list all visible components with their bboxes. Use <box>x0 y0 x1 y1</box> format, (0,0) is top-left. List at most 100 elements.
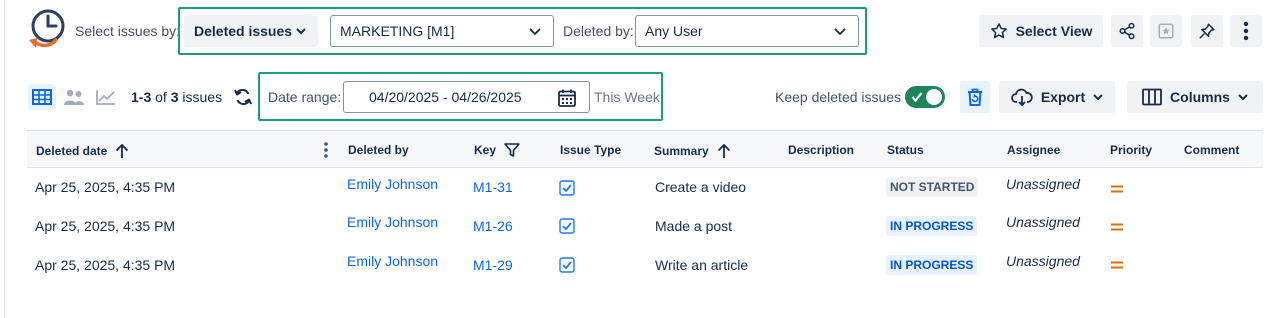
sort-ascending-icon[interactable] <box>115 143 129 159</box>
table-row[interactable]: Apr 25, 2025, 4:35 PM Emily Johnson M1-2… <box>27 245 1263 283</box>
date-preset-label[interactable]: This Week <box>594 89 660 105</box>
select-view-label: Select View <box>1015 23 1093 39</box>
count-total: 3 <box>170 89 179 105</box>
deleted-by-link[interactable]: Emily Johnson <box>347 214 438 230</box>
count-of: of <box>155 89 167 105</box>
column-header-deleted-date[interactable]: Deleted date <box>36 143 129 159</box>
summary-cell: Made a post <box>655 218 733 234</box>
assignee-cell: Unassigned <box>1006 214 1080 230</box>
status-badge: NOT STARTED <box>886 177 979 197</box>
medium-priority-icon <box>1111 261 1123 269</box>
status-badge: IN PROGRESS <box>886 216 978 236</box>
column-header-key[interactable]: Key <box>474 143 520 157</box>
medium-priority-icon <box>1111 223 1123 231</box>
date-range-value: 04/20/2025 - 04/26/2025 <box>369 89 522 105</box>
columns-label: Columns <box>1170 89 1230 105</box>
column-header-priority[interactable]: Priority <box>1110 143 1152 157</box>
export-label: Export <box>1040 89 1086 105</box>
assignee-cell: Unassigned <box>1006 176 1080 192</box>
chevron-down-icon <box>1093 93 1103 100</box>
filter-icon[interactable] <box>504 143 520 157</box>
chevron-down-icon <box>529 28 541 36</box>
date-range-label: Date range: <box>268 89 342 105</box>
select-view-button[interactable]: Select View <box>979 15 1103 47</box>
deleted-by-value: Any User <box>645 23 703 39</box>
deleted-date-cell: Apr 25, 2025, 4:35 PM <box>35 257 176 273</box>
status-label: IN PROGRESS <box>886 255 978 275</box>
issue-key-link[interactable]: M1-31 <box>473 179 513 195</box>
date-range-input[interactable]: 04/20/2025 - 04/26/2025 <box>343 81 590 113</box>
task-icon <box>559 180 575 196</box>
column-header-comment[interactable]: Comment <box>1184 143 1239 157</box>
column-header-label: Deleted date <box>36 144 108 158</box>
column-header-description[interactable]: Description <box>788 143 854 157</box>
pin-icon <box>1199 23 1215 39</box>
deleted-by-link[interactable]: Emily Johnson <box>347 253 438 269</box>
issue-count: 1-3 of 3 issues <box>131 89 222 105</box>
summary-cell: Create a video <box>655 179 747 195</box>
deleted-by-link[interactable]: Emily Johnson <box>347 176 438 192</box>
chart-view-toggle[interactable] <box>92 84 120 110</box>
line-chart-icon <box>96 90 115 105</box>
columns-icon <box>1142 88 1162 106</box>
issues-type-dropdown[interactable]: Deleted issues <box>184 15 318 47</box>
table-row[interactable]: Apr 25, 2025, 4:35 PM Emily Johnson M1-2… <box>27 206 1263 244</box>
count-suffix: issues <box>182 89 223 105</box>
top-toolbar: Select issues by: Deleted issues MARKETI… <box>0 0 1284 64</box>
column-header-summary[interactable]: Summary <box>654 143 731 159</box>
sort-ascending-icon[interactable] <box>717 143 731 159</box>
keep-deleted-toggle[interactable] <box>905 86 945 108</box>
cloud-download-icon <box>1010 88 1033 106</box>
column-header-label: Description <box>788 143 855 157</box>
chevron-down-icon <box>1238 93 1248 100</box>
select-issues-by-label: Select issues by: <box>75 23 181 39</box>
columns-button[interactable]: Columns <box>1127 81 1263 113</box>
summary-cell: Write an article <box>655 257 749 273</box>
issues-type-value: Deleted issues <box>194 23 293 39</box>
restore-trash-button[interactable] <box>960 81 990 113</box>
column-header-label: Assignee <box>1007 143 1061 157</box>
favorite-button[interactable] <box>1150 15 1182 47</box>
table-row[interactable]: Apr 25, 2025, 4:35 PM Emily Johnson M1-3… <box>27 168 1263 206</box>
share-icon <box>1119 22 1135 40</box>
column-header-label: Summary <box>654 144 709 158</box>
calendar-icon[interactable] <box>557 88 577 108</box>
deleted-by-label: Deleted by: <box>563 23 634 39</box>
share-button[interactable] <box>1111 15 1143 47</box>
status-badge: IN PROGRESS <box>886 255 978 275</box>
pin-button[interactable] <box>1191 15 1223 47</box>
status-label: NOT STARTED <box>886 177 979 197</box>
check-icon <box>911 92 923 103</box>
column-header-label: Comment <box>1184 143 1240 157</box>
column-header-label: Deleted by <box>348 143 409 157</box>
project-value: MARKETING [M1] <box>340 23 455 39</box>
status-label: IN PROGRESS <box>886 216 978 236</box>
more-actions-button[interactable] <box>1230 15 1262 47</box>
column-header-status[interactable]: Status <box>887 143 924 157</box>
column-header-issue-type[interactable]: Issue Type <box>560 143 621 157</box>
chevron-down-icon <box>296 28 306 35</box>
table-grid-icon <box>32 89 52 105</box>
task-icon <box>559 257 575 273</box>
group-view-toggle[interactable] <box>60 84 88 110</box>
trash-restore-icon <box>968 88 982 106</box>
keep-deleted-label: Keep deleted issues <box>775 89 902 105</box>
assignee-cell: Unassigned <box>1006 253 1080 269</box>
issue-key-link[interactable]: M1-29 <box>473 257 513 273</box>
issue-key-link[interactable]: M1-26 <box>473 218 513 234</box>
deleted-date-cell: Apr 25, 2025, 4:35 PM <box>35 179 176 195</box>
column-menu-icon[interactable] <box>323 141 329 159</box>
more-vertical-icon <box>1243 21 1249 41</box>
task-icon <box>559 218 575 234</box>
star-box-icon <box>1158 23 1174 39</box>
refresh-icon[interactable] <box>233 87 253 107</box>
deleted-by-select[interactable]: Any User <box>635 15 859 47</box>
chevron-down-icon <box>834 28 846 36</box>
column-header-assignee[interactable]: Assignee <box>1007 143 1060 157</box>
column-header-deleted-by[interactable]: Deleted by <box>348 143 409 157</box>
list-view-toggle[interactable] <box>28 84 56 110</box>
export-button[interactable]: Export <box>999 81 1115 113</box>
count-range: 1-3 <box>131 89 152 105</box>
column-header-label: Status <box>887 143 924 157</box>
project-select[interactable]: MARKETING [M1] <box>330 15 554 47</box>
